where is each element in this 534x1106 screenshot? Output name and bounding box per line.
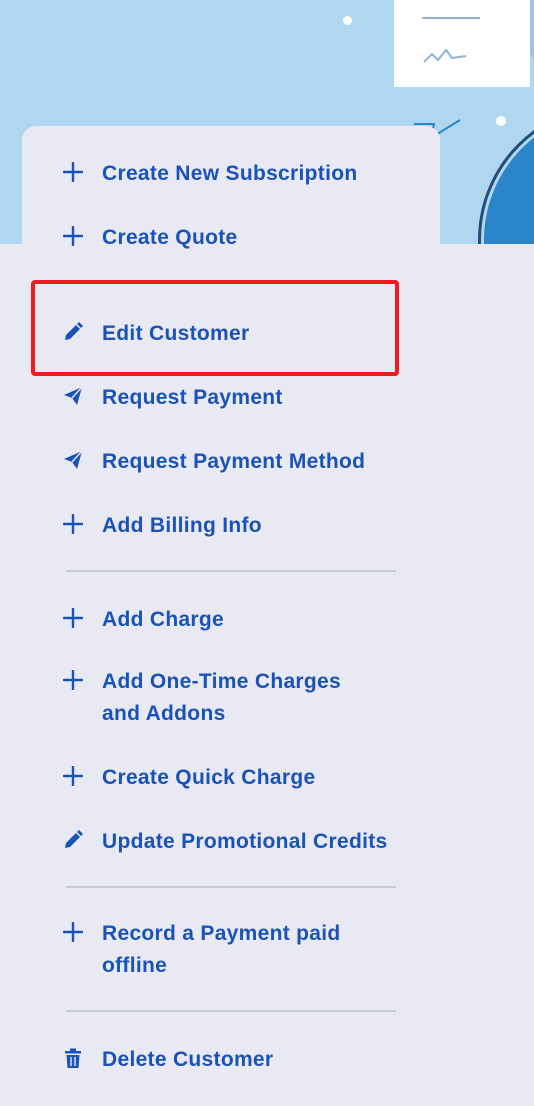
menu-item-label: Create New Subscription (102, 162, 358, 185)
paper-plane-icon (62, 385, 84, 407)
menu-item-label: Update Promotional Credits (102, 830, 388, 853)
menu-item-label: Delete Customer (102, 1048, 274, 1071)
menu-divider (66, 570, 396, 572)
menu-item-request-payment[interactable]: Request Payment (62, 382, 422, 414)
menu-item-record-payment-offline[interactable]: Record a Payment paid offline (62, 918, 362, 982)
menu-item-add-one-time-charges[interactable]: Add One-Time Charges and Addons (62, 666, 382, 730)
menu-item-label: Create Quick Charge (102, 766, 316, 789)
signature-sketch (422, 17, 480, 63)
menu-item-label: Add One-Time Charges and Addons (102, 670, 341, 725)
plus-icon (62, 513, 84, 535)
menu-item-label: Add Charge (102, 608, 225, 631)
menu-item-create-quote[interactable]: Create Quote (62, 222, 422, 254)
decorative-dot (343, 16, 352, 25)
decorative-dot (496, 116, 506, 126)
plus-icon (62, 921, 84, 943)
menu-item-request-payment-method[interactable]: Request Payment Method (62, 446, 422, 478)
illustration-card (394, 0, 530, 87)
menu-item-create-new-subscription[interactable]: Create New Subscription (62, 158, 422, 190)
menu-item-update-promotional-credits[interactable]: Update Promotional Credits (62, 826, 442, 858)
plus-icon (62, 765, 84, 787)
plus-icon (62, 161, 84, 183)
menu-item-create-quick-charge[interactable]: Create Quick Charge (62, 762, 422, 794)
menu-divider (66, 1010, 396, 1012)
menu-item-label: Create Quote (102, 226, 238, 249)
menu-item-delete-customer[interactable]: Delete Customer (62, 1044, 422, 1076)
menu-item-label: Request Payment (102, 386, 283, 409)
highlight-box (31, 280, 399, 376)
menu-divider (66, 886, 396, 888)
pencil-icon (62, 829, 84, 851)
menu-item-label: Request Payment Method (102, 450, 366, 473)
actions-menu: Create New Subscription Create Quote Edi… (22, 126, 440, 1106)
menu-item-add-billing-info[interactable]: Add Billing Info (62, 510, 422, 542)
menu-item-add-charge[interactable]: Add Charge (62, 604, 422, 636)
paper-plane-icon (62, 449, 84, 471)
decorative-circle (484, 110, 534, 244)
menu-item-label: Add Billing Info (102, 514, 262, 537)
plus-icon (62, 669, 84, 691)
menu-item-label: Record a Payment paid offline (102, 922, 341, 977)
plus-icon (62, 607, 84, 629)
trash-icon (62, 1047, 84, 1069)
plus-icon (62, 225, 84, 247)
